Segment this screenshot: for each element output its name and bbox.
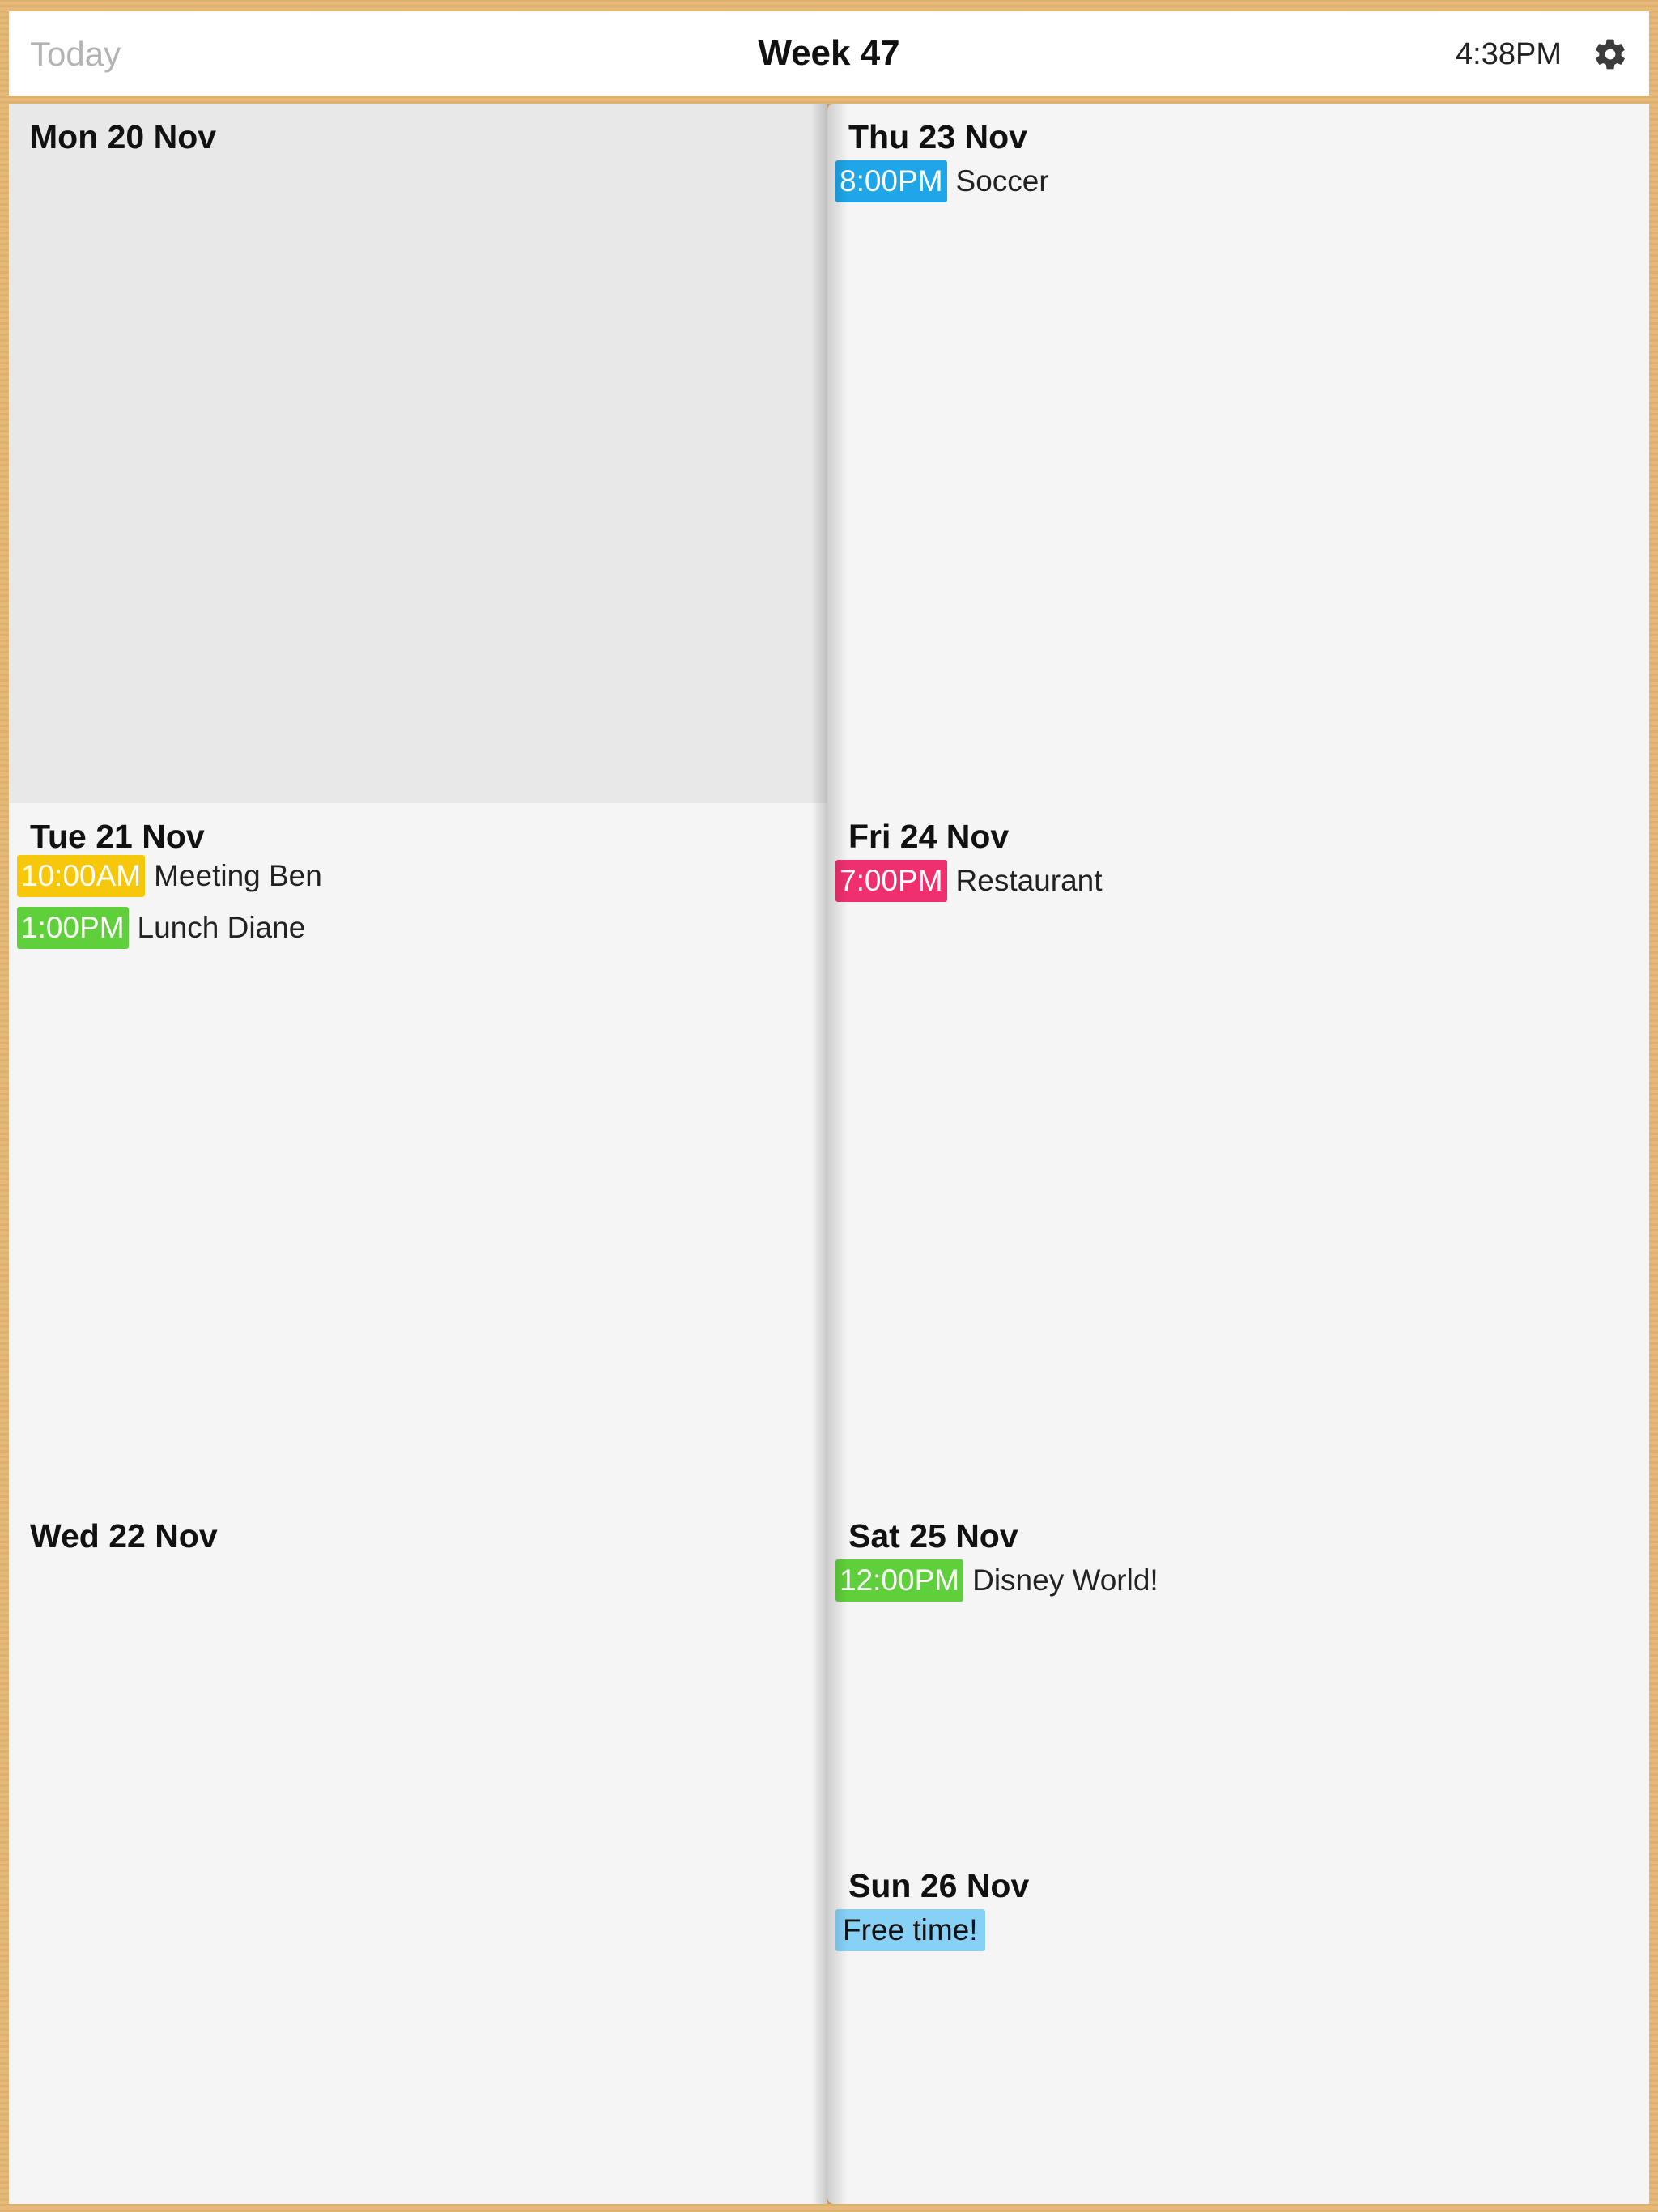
top-bar: Today Week 47 4:38PM	[9, 11, 1649, 96]
left-page: Mon 20 Nov Tue 21 Nov 10:00AM Meeting Be…	[9, 104, 827, 2204]
day-title: Fri 24 Nov	[848, 818, 1010, 855]
event-item[interactable]: 12:00PM Disney World!	[835, 1559, 1158, 1602]
day-cell-tue[interactable]: Tue 21 Nov 10:00AM Meeting Ben 1:00PM Lu…	[9, 803, 827, 1503]
event-title: Disney World!	[972, 1563, 1158, 1597]
day-cell-thu[interactable]: Thu 23 Nov 8:00PM Soccer	[827, 104, 1649, 803]
current-time: 4:38PM	[1456, 37, 1562, 71]
event-title: Meeting Ben	[154, 859, 322, 892]
day-title: Thu 23 Nov	[848, 118, 1027, 155]
right-page: Thu 23 Nov 8:00PM Soccer Fri 24 Nov 7:00…	[827, 104, 1649, 2204]
day-title: Wed 22 Nov	[30, 1517, 218, 1555]
day-title: Tue 21 Nov	[30, 818, 205, 855]
event-time-chip: 10:00AM	[17, 855, 146, 897]
all-day-event-chip: Free time!	[835, 1909, 985, 1951]
event-title: Restaurant	[955, 864, 1103, 897]
all-day-event[interactable]: Free time!	[835, 1909, 985, 1951]
day-cell-wed[interactable]: Wed 22 Nov	[9, 1503, 827, 2204]
gear-icon[interactable]	[1588, 32, 1633, 77]
day-title: Sat 25 Nov	[848, 1517, 1018, 1555]
event-item[interactable]: 1:00PM Lunch Diane	[17, 907, 305, 949]
day-title: Sun 26 Nov	[848, 1867, 1030, 1904]
event-item[interactable]: 10:00AM Meeting Ben	[17, 855, 322, 897]
event-title: Soccer	[955, 164, 1049, 198]
day-title: Mon 20 Nov	[30, 118, 217, 155]
page-spine-shadow	[811, 104, 827, 2204]
day-cell-sun[interactable]: Sun 26 Nov Free time!	[827, 1853, 1649, 2204]
event-item[interactable]: 7:00PM Restaurant	[835, 860, 1103, 902]
page-spine-shadow	[827, 104, 848, 2204]
gear-icon-graphic	[1596, 39, 1625, 70]
day-cell-fri[interactable]: Fri 24 Nov 7:00PM Restaurant	[827, 803, 1649, 1503]
event-time-chip: 1:00PM	[17, 907, 129, 949]
event-time-chip: 7:00PM	[835, 860, 947, 902]
day-cell-sat[interactable]: Sat 25 Nov 12:00PM Disney World!	[827, 1503, 1649, 1853]
week-title: Week 47	[758, 33, 900, 73]
event-time-chip: 8:00PM	[835, 160, 947, 202]
event-title: Lunch Diane	[137, 911, 306, 944]
day-cell-mon[interactable]: Mon 20 Nov	[9, 104, 827, 803]
event-time-chip: 12:00PM	[835, 1559, 964, 1602]
event-item[interactable]: 8:00PM Soccer	[835, 160, 1049, 202]
